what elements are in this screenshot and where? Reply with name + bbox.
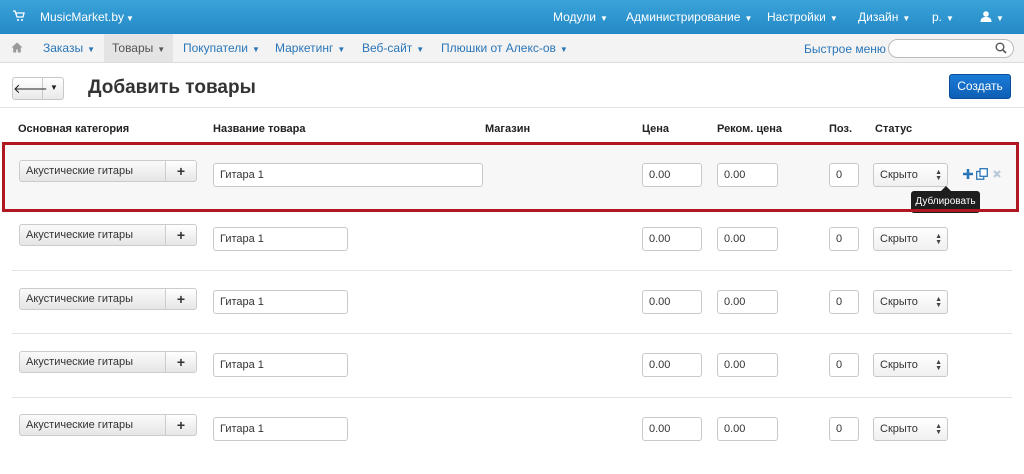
section-navbar: Заказы ▼ Товары ▼ Покупатели ▼ Маркетинг ▼ В… — [0, 34, 1024, 63]
search-icon[interactable] — [995, 42, 1007, 54]
add-category-button[interactable]: + — [165, 414, 197, 436]
tab-orders[interactable]: Заказы ▼ — [43, 34, 95, 62]
tab-customers[interactable]: Покупатели ▼ — [183, 34, 260, 62]
product-name-input[interactable]: Гитара 1 — [213, 290, 348, 314]
product-name-input[interactable]: Гитара 1 — [213, 353, 348, 377]
price-input[interactable]: 0.00 — [642, 353, 702, 377]
chevron-down-icon: ▼ — [416, 45, 425, 54]
column-header-rec-price: Реком. цена — [717, 123, 783, 135]
user-icon — [980, 11, 992, 22]
row-divider — [12, 333, 1012, 334]
chevron-down-icon: ▼ — [744, 14, 753, 23]
column-header-status: Статус — [875, 123, 913, 135]
position-input[interactable]: 0 — [829, 290, 859, 314]
menu-design[interactable]: Дизайн ▼ — [858, 10, 910, 24]
tab-extras[interactable]: Плюшки от Алекс-ов ▼ — [441, 34, 568, 62]
row-divider — [12, 270, 1012, 271]
quick-menu-link[interactable]: Быстрое меню — [804, 42, 886, 56]
search-input[interactable] — [888, 39, 1014, 58]
product-name-input[interactable]: Гитара 1 — [213, 227, 348, 251]
tab-products[interactable]: Товары ▼ — [104, 34, 174, 62]
tab-website[interactable]: Веб-сайт ▼ — [362, 34, 424, 62]
rec-price-input[interactable]: 0.00 — [717, 353, 778, 377]
rec-price-input[interactable]: 0.00 — [717, 290, 778, 314]
status-select[interactable]: Скрыто ▲ ▼ — [873, 290, 948, 314]
home-icon[interactable] — [11, 42, 23, 53]
menu-currency[interactable]: р. ▼ — [932, 10, 954, 24]
position-input[interactable]: 0 — [829, 227, 859, 251]
cart-icon — [13, 10, 25, 21]
updown-arrows-icon: ▲ ▼ — [935, 233, 942, 246]
price-input[interactable]: 0.00 — [642, 290, 702, 314]
brand-link[interactable]: MusicMarket.by ▼ — [40, 10, 134, 24]
rec-price-input[interactable]: 0.00 — [717, 417, 778, 441]
chevron-down-icon: ▼ — [829, 14, 838, 23]
create-button[interactable]: Создать — [949, 74, 1011, 99]
nav-button-group: 🡐 ▼ — [12, 77, 64, 100]
category-select[interactable]: Акустические гитары — [19, 288, 165, 310]
updown-arrows-icon: ▲ ▼ — [935, 359, 942, 372]
updown-arrows-icon: ▲ ▼ — [935, 423, 942, 436]
tab-marketing[interactable]: Маркетинг ▼ — [275, 34, 345, 62]
chevron-down-icon: ▼ — [157, 45, 166, 54]
arrow-left-icon: 🡐 — [13, 81, 48, 96]
category-select[interactable]: Акустические гитары — [19, 351, 165, 373]
column-header-store: Магазин — [485, 123, 531, 135]
history-dropdown-button[interactable]: ▼ — [44, 78, 64, 99]
status-select[interactable]: Скрыто ▲ ▼ — [873, 353, 948, 377]
chevron-down-icon: ▼ — [87, 45, 96, 54]
updown-arrows-icon: ▲ ▼ — [935, 296, 942, 309]
status-select[interactable]: Скрыто ▲ ▼ — [873, 417, 948, 441]
rec-price-input[interactable]: 0.00 — [717, 227, 778, 251]
highlight-frame — [2, 142, 1019, 212]
column-header-price: Цена — [642, 123, 670, 135]
back-button[interactable]: 🡐 — [13, 78, 48, 99]
user-menu[interactable]: ▼ — [980, 10, 1004, 24]
column-header-category: Основная категория — [18, 123, 130, 135]
row-divider — [12, 397, 1012, 398]
category-select[interactable]: Акустические гитары — [19, 224, 165, 246]
column-header-name: Название товара — [213, 123, 306, 135]
chevron-down-icon: ▼ — [50, 83, 58, 92]
chevron-down-icon: ▼ — [337, 45, 346, 54]
category-select[interactable]: Акустические гитары — [19, 414, 165, 436]
column-header-pos: Поз. — [829, 123, 853, 135]
add-category-button[interactable]: + — [165, 224, 197, 246]
chevron-down-icon: ▼ — [996, 14, 1004, 23]
add-category-button[interactable]: + — [165, 351, 197, 373]
menu-settings[interactable]: Настройки ▼ — [767, 10, 838, 24]
chevron-down-icon: ▼ — [902, 14, 911, 23]
top-navbar: MusicMarket.by ▼ Модули ▼ Администрировани… — [0, 0, 1024, 34]
chevron-down-icon: ▼ — [126, 14, 134, 23]
status-select[interactable]: Скрыто ▲ ▼ — [873, 227, 948, 251]
chevron-down-icon: ▼ — [251, 45, 260, 54]
chevron-down-icon: ▼ — [559, 45, 568, 54]
menu-modules[interactable]: Модули ▼ — [553, 10, 608, 24]
position-input[interactable]: 0 — [829, 353, 859, 377]
chevron-down-icon: ▼ — [599, 14, 608, 23]
product-name-input[interactable]: Гитара 1 — [213, 417, 348, 441]
chevron-down-icon: ▼ — [946, 14, 954, 23]
position-input[interactable]: 0 — [829, 417, 859, 441]
price-input[interactable]: 0.00 — [642, 227, 702, 251]
divider — [0, 107, 1024, 108]
add-category-button[interactable]: + — [165, 288, 197, 310]
menu-administration[interactable]: Администрирование ▼ — [626, 10, 752, 24]
price-input[interactable]: 0.00 — [642, 417, 702, 441]
page-title: Добавить товары — [88, 77, 256, 98]
